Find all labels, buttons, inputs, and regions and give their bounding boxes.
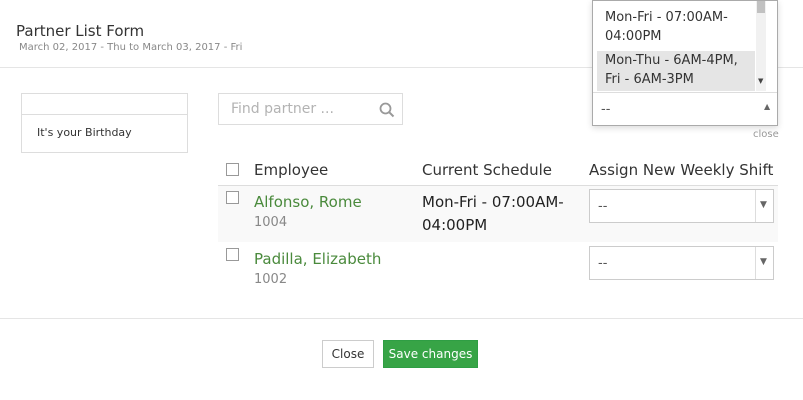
select-value: -- bbox=[598, 256, 608, 271]
assign-shift-select[interactable]: -- ▼ bbox=[589, 246, 774, 280]
footer-divider bbox=[0, 318, 803, 319]
close-button[interactable]: Close bbox=[322, 340, 374, 368]
employee-id: 1004 bbox=[254, 215, 288, 230]
dropdown-divider bbox=[593, 92, 777, 93]
search-input[interactable] bbox=[219, 94, 381, 124]
column-header-current-schedule: Current Schedule bbox=[422, 161, 553, 179]
modal-subtitle: March 02, 2017 - Thu to March 03, 2017 -… bbox=[19, 42, 243, 53]
dropdown-option-highlighted[interactable]: Mon-Thu - 6AM-4PM, Fri - 6AM-3PM bbox=[597, 51, 755, 91]
close-link[interactable]: close bbox=[753, 129, 779, 140]
row-checkbox[interactable] bbox=[226, 191, 239, 204]
modal-title: Partner List Form bbox=[16, 22, 145, 40]
dropdown-option[interactable]: Mon-Fri - 07:00AM-04:00PM bbox=[597, 8, 755, 48]
employee-name-link[interactable]: Alfonso, Rome bbox=[254, 193, 362, 211]
chevron-up-icon[interactable]: ▲ bbox=[764, 102, 770, 111]
sidebar-item-birthday[interactable]: It's your Birthday bbox=[37, 126, 132, 139]
select-divider bbox=[755, 190, 756, 222]
employee-id: 1002 bbox=[254, 272, 288, 287]
search-icon[interactable] bbox=[379, 102, 395, 118]
current-schedule: Mon-Fri - 07:00AM-04:00PM bbox=[422, 193, 564, 234]
employee-name-link[interactable]: Padilla, Elizabeth bbox=[254, 250, 381, 268]
shift-dropdown-list[interactable]: Mon-Fri - 07:00AM-04:00PM Mon-Thu - 6AM-… bbox=[592, 0, 778, 126]
dropdown-scrollbar[interactable]: ▼ bbox=[756, 1, 766, 91]
row-checkbox[interactable] bbox=[226, 248, 239, 261]
select-divider bbox=[755, 247, 756, 279]
sidebar-panel: It's your Birthday bbox=[21, 93, 188, 153]
save-changes-button[interactable]: Save changes bbox=[383, 340, 478, 368]
select-all-checkbox[interactable] bbox=[226, 163, 239, 176]
column-header-employee: Employee bbox=[254, 161, 329, 179]
scrollbar-thumb[interactable] bbox=[757, 1, 765, 13]
assign-shift-select[interactable]: -- ▼ bbox=[589, 189, 774, 223]
chevron-down-icon[interactable]: ▼ bbox=[760, 257, 767, 267]
scroll-down-arrow-icon[interactable]: ▼ bbox=[758, 77, 763, 85]
search-box bbox=[218, 93, 403, 125]
sidebar-header bbox=[22, 94, 187, 115]
select-value: -- bbox=[598, 199, 608, 214]
chevron-down-icon[interactable]: ▼ bbox=[760, 200, 767, 210]
column-header-assign-shift: Assign New Weekly Shift bbox=[589, 161, 774, 179]
dropdown-selected-value: -- bbox=[601, 102, 611, 117]
